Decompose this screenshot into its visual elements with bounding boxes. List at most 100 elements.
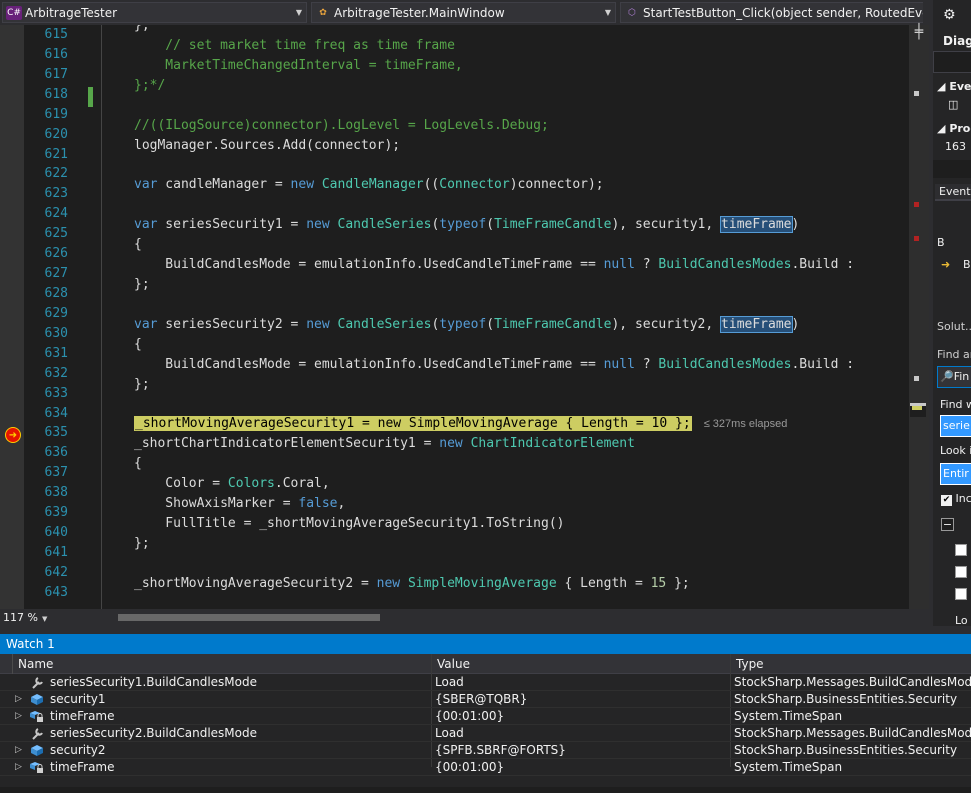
look-in-label: Look i [940,444,971,457]
code-text[interactable]: }; // set market time freq as time frame… [134,25,909,609]
line-number: 633 [44,385,68,401]
find-what-input[interactable]: serie [940,415,971,437]
watch-value[interactable]: Load [435,725,725,742]
member-dropdown[interactable]: ⬡ StartTestButton_Click(object sender, R… [620,2,923,23]
line-number: 643 [44,584,68,600]
collapse-icon[interactable]: − [941,518,954,531]
code-line: BuildCandlesMode = emulationInfo.UsedCan… [134,257,855,273]
process-memory-value: 163 [945,140,966,153]
watch-name: timeFrame [50,760,115,774]
diagnostic-tab-label[interactable]: Diagr [943,34,971,48]
watch-window-title[interactable]: Watch 1 [0,634,971,654]
code-line: _shortChartIndicatorElementSecurity1 = n… [134,436,635,452]
find-button[interactable]: 🔎Fin [937,366,971,388]
include-checkbox[interactable]: ✔ Inc [941,492,971,506]
member-dropdown-label: StartTestButton_Click(object sender, Rou… [643,5,923,20]
line-number: 632 [44,365,68,381]
horizontal-scroll-thumb[interactable] [118,614,380,621]
chart-area [933,160,971,178]
code-line: var seriesSecurity2 = new CandleSeries(t… [134,315,800,333]
method-icon: ⬡ [628,7,636,18]
look-in-dropdown[interactable]: Entir [940,463,971,485]
line-number: 627 [44,266,68,282]
expand-icon[interactable]: ▷ [15,742,25,759]
code-line: //((ILogSource)connector).LogLevel = Log… [134,117,549,133]
look-at-label: Lo [955,614,968,626]
event-arrow-icon: ➜ [941,258,951,271]
change-tracking-bar [88,87,93,107]
zoom-dropdown[interactable]: 117 % ▼ [3,610,53,625]
watch-type: System.TimeSpan [734,760,843,774]
watch-value[interactable]: {00:01:00} [435,759,725,776]
watch-value[interactable]: {00:01:00} [435,708,725,725]
current-statement-arrow-icon: ➜ [5,427,21,443]
expand-icon[interactable] [15,725,25,742]
code-editor[interactable]: ➜ 615 616 617 618 619 620 621 622 623 62… [0,25,929,609]
option-checkbox[interactable] [955,588,967,600]
current-statement-line: _shortMovingAverageSecurity1 = new Simpl… [134,414,909,434]
expand-icon[interactable] [15,674,25,691]
process-section[interactable]: ◢ Proc [937,122,971,135]
code-line: }; [134,25,150,33]
breakpoint-gutter[interactable] [0,25,24,609]
watch-empty-row[interactable] [0,776,971,793]
find-and-replace-title: Find ar [937,348,971,361]
option-checkbox[interactable] [955,544,967,556]
type-column-header[interactable]: Type [730,654,971,674]
line-number: 629 [44,305,68,321]
watch-value[interactable]: {SPFB.SBRF@FORTS} [435,742,725,759]
watch-row[interactable]: ▷ security2 {SPFB.SBRF@FORTS} StockSharp… [0,742,971,759]
code-line: { [134,336,142,352]
watch-value[interactable]: {SBER@TQBR} [435,691,725,708]
events-tab[interactable]: Event [935,184,971,201]
code-line: // set market time freq as time frame [134,37,455,53]
cube-icon [31,745,43,756]
watch-name: seriesSecurity1.BuildCandlesMode [50,675,258,689]
events-section[interactable]: ◢ Even [937,80,971,93]
line-number: 615 [44,27,68,42]
current-statement-marker [912,406,922,410]
watch-value[interactable]: Load [435,674,725,691]
line-number: 630 [44,325,68,341]
scroll-marker [914,376,919,381]
highlighted-reference[interactable]: timeFrame [720,216,793,234]
project-dropdown[interactable]: C# ArbitrageTester ▼ [2,2,307,23]
gear-icon[interactable]: ⚙ [943,7,956,23]
expand-icon[interactable]: ▷ [15,759,25,776]
perf-tip[interactable]: ≤ 327ms elapsed [704,418,788,430]
watch-row[interactable]: seriesSecurity1.BuildCandlesMode Load St… [0,674,971,691]
code-line: var candleManager = new CandleManager((C… [134,177,604,193]
chevron-down-icon: ▼ [295,8,303,17]
code-line: Color = Colors.Coral, [134,476,330,492]
zoom-level: 117 % [3,611,38,624]
csharp-project-icon: C# [6,5,22,20]
solution-explorer-tab[interactable]: Solut... [937,320,971,333]
watch-row[interactable]: seriesSecurity2.BuildCandlesMode Load St… [0,725,971,742]
code-line: MarketTimeChangedInterval = timeFrame, [134,57,463,73]
watch-row[interactable]: ▷ timeFrame {00:01:00} System.TimeSpan [0,759,971,776]
type-dropdown[interactable]: ✿ ArbitrageTester.MainWindow ▼ [311,2,616,23]
horizontal-scrollbar[interactable]: 117 % ▼ [0,609,929,626]
name-column-header[interactable]: Name [12,654,432,674]
event-row-label: B [963,258,971,271]
watch-type: StockSharp.Messages.BuildCandlesModes [734,726,971,740]
line-number: 619 [44,106,68,122]
watch-row[interactable]: ▷ security1 {SBER@TQBR} StockSharp.Busin… [0,691,971,708]
code-line: BuildCandlesMode = emulationInfo.UsedCan… [134,356,855,372]
wrench-icon [32,677,43,689]
expand-icon[interactable]: ▷ [15,691,25,708]
expand-icon[interactable]: ▷ [15,708,25,725]
highlighted-reference[interactable]: timeFrame [720,315,793,333]
type-dropdown-label: ArbitrageTester.MainWindow [334,5,505,20]
split-window-icon[interactable]: ╪ [911,25,927,39]
value-column-header[interactable]: Value [431,654,731,674]
vertical-scrollbar[interactable]: ╪ [909,25,929,609]
code-line: }; [134,376,150,392]
watch-row[interactable]: ▷ timeFrame {00:01:00} System.TimeSpan [0,708,971,725]
pause-icon[interactable]: ◫ [948,98,958,111]
option-checkbox[interactable] [955,566,967,578]
panel-splitter[interactable] [0,626,971,634]
code-line: };*/ [134,77,166,93]
watch-type: StockSharp.BusinessEntities.Security [734,743,958,757]
